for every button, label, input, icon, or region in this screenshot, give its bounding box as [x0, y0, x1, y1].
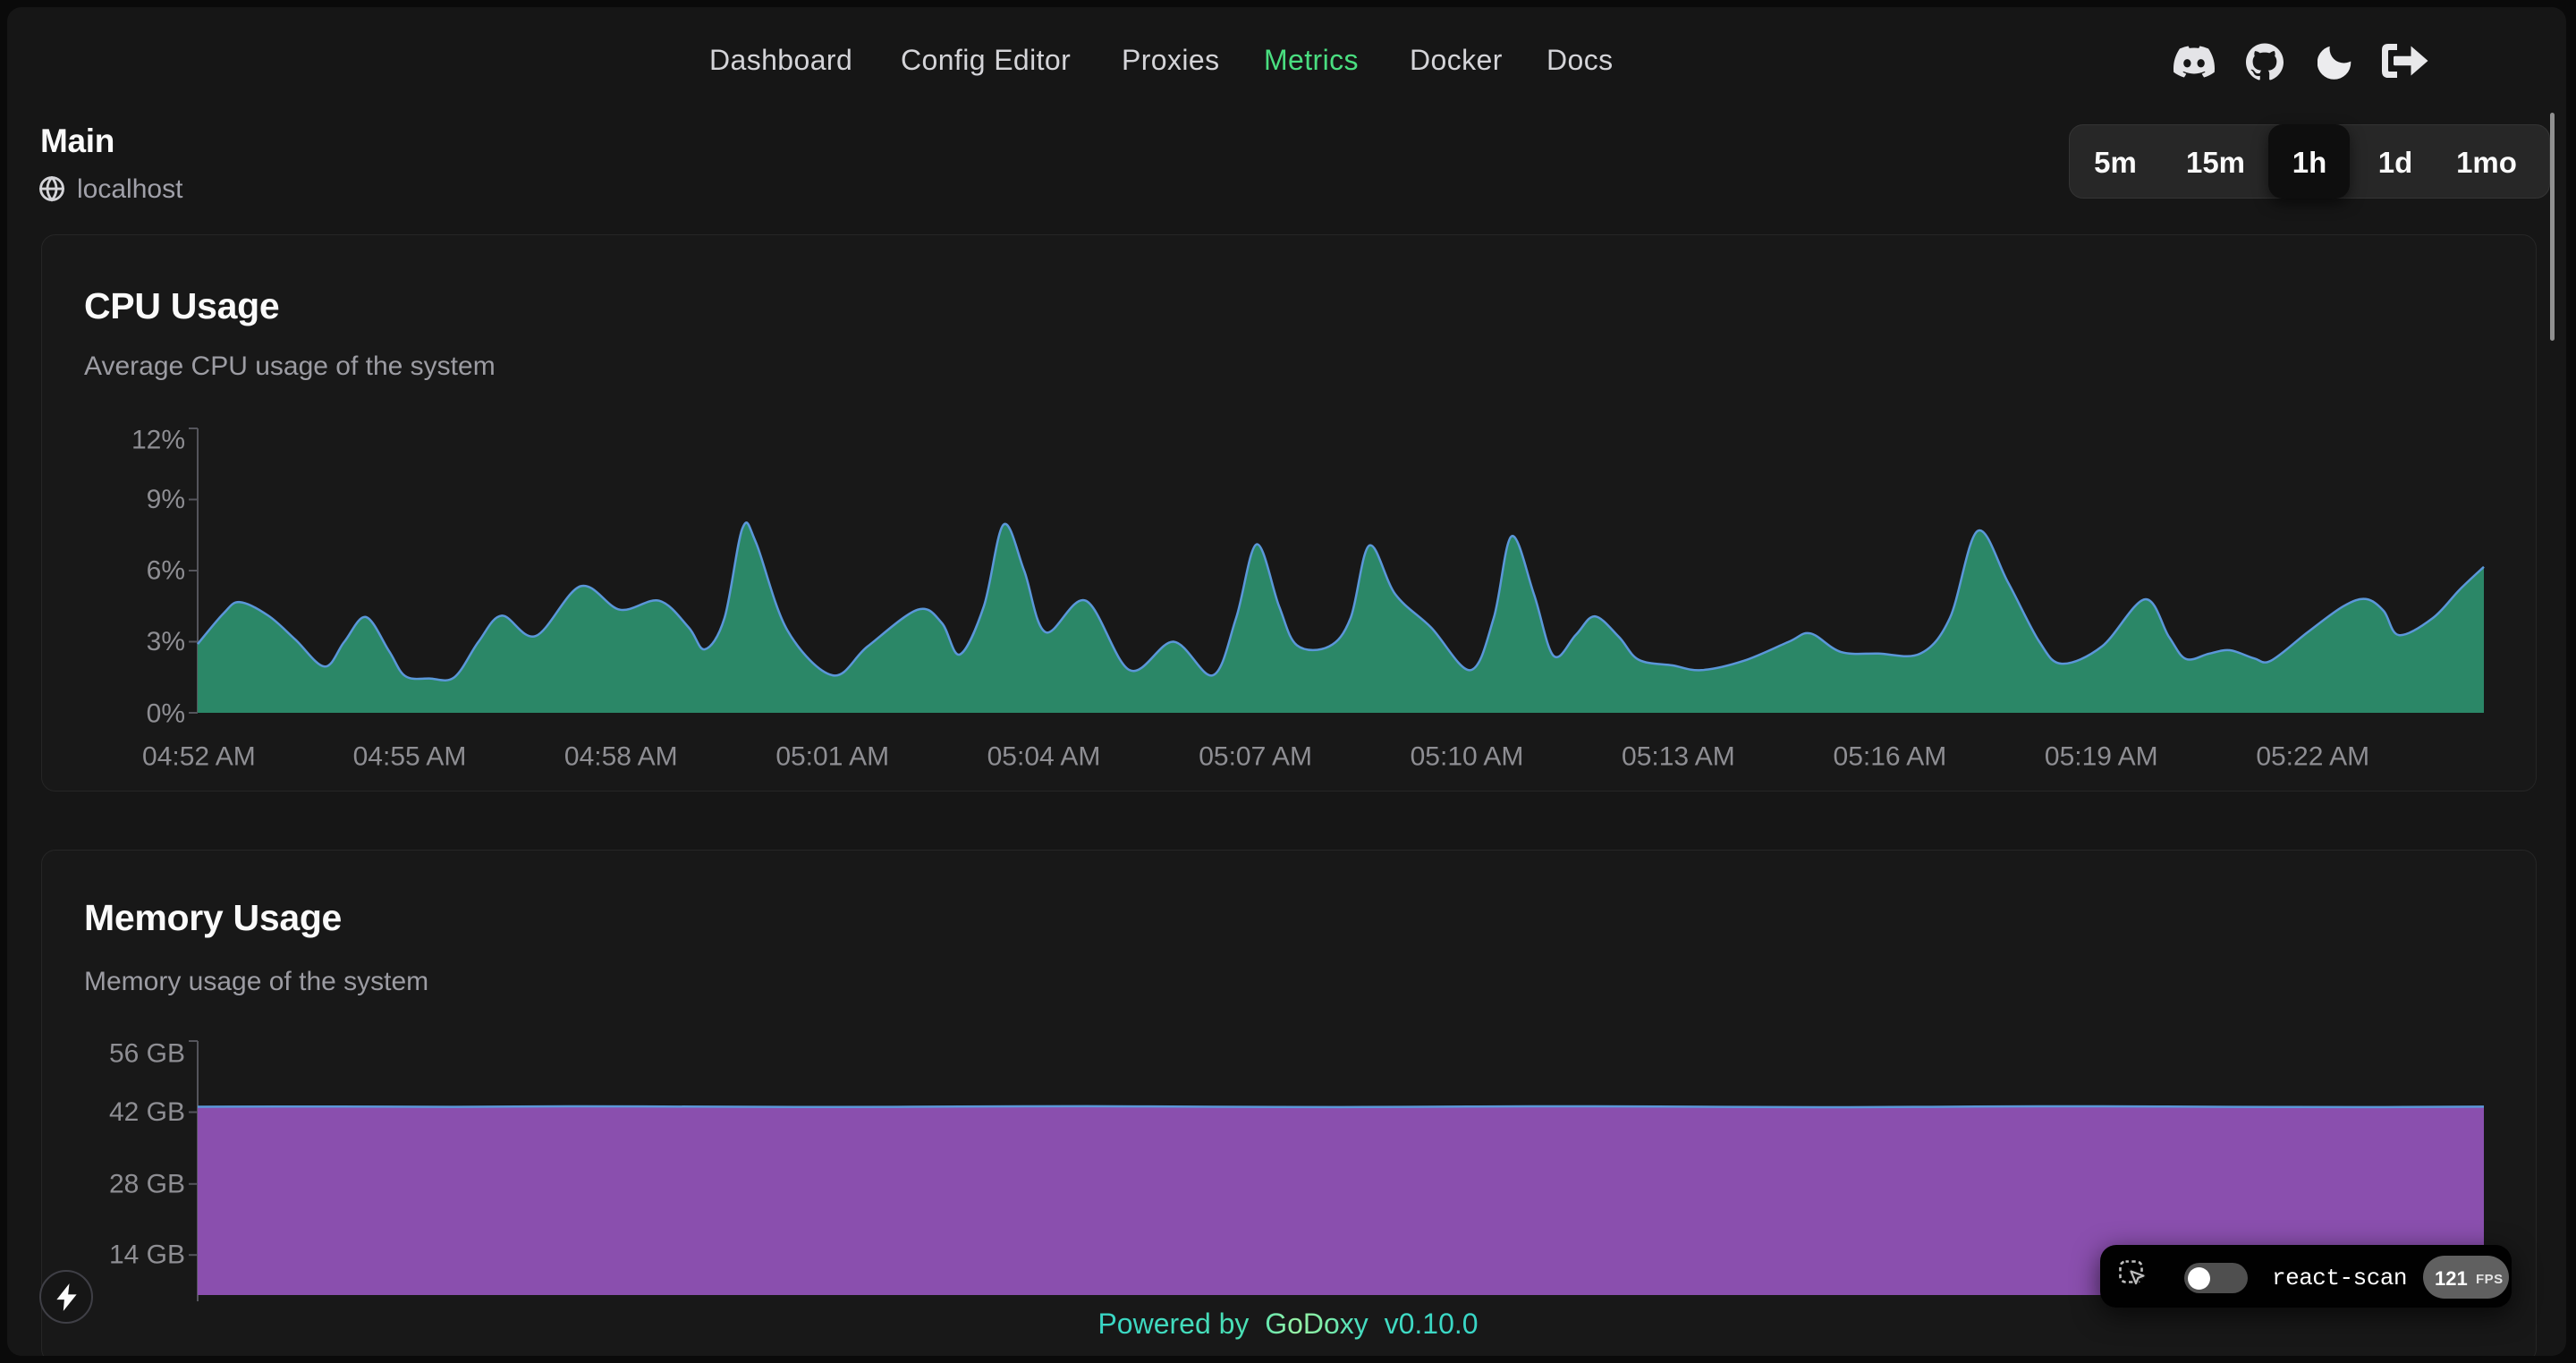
- svg-text:05:04 AM: 05:04 AM: [987, 742, 1101, 772]
- svg-text:12%: 12%: [131, 426, 185, 455]
- svg-text:05:16 AM: 05:16 AM: [1834, 742, 1947, 772]
- svg-text:04:55 AM: 04:55 AM: [353, 742, 467, 772]
- svg-text:9%: 9%: [147, 485, 185, 514]
- svg-text:05:01 AM: 05:01 AM: [775, 742, 889, 772]
- svg-text:0%: 0%: [147, 699, 185, 729]
- svg-text:05:13 AM: 05:13 AM: [1622, 742, 1735, 772]
- svg-text:6%: 6%: [147, 556, 185, 586]
- svg-text:42 GB: 42 GB: [109, 1097, 185, 1127]
- svg-text:05:22 AM: 05:22 AM: [2256, 742, 2369, 772]
- svg-text:28 GB: 28 GB: [109, 1169, 185, 1198]
- svg-text:05:07 AM: 05:07 AM: [1199, 742, 1312, 772]
- svg-text:05:19 AM: 05:19 AM: [2045, 742, 2158, 772]
- svg-text:56 GB: 56 GB: [109, 1039, 185, 1069]
- svg-text:04:52 AM: 04:52 AM: [142, 742, 256, 772]
- svg-text:3%: 3%: [147, 627, 185, 656]
- svg-text:14 GB: 14 GB: [109, 1240, 185, 1270]
- svg-text:04:58 AM: 04:58 AM: [564, 742, 678, 772]
- svg-text:05:10 AM: 05:10 AM: [1411, 742, 1524, 772]
